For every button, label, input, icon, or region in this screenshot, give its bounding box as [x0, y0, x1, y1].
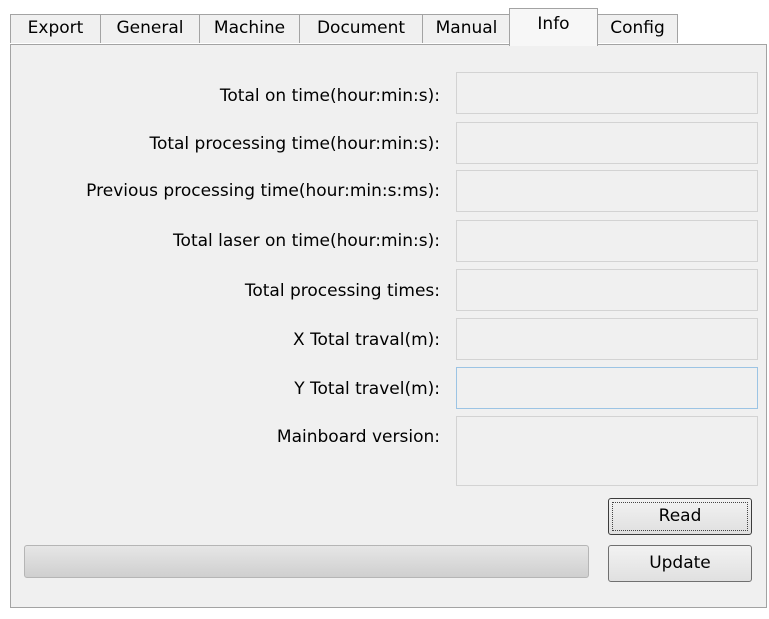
- tab-config[interactable]: Config: [597, 14, 678, 43]
- tab-info[interactable]: Info: [509, 8, 598, 46]
- total-laser-on-time-label: Total laser on time(hour:min:s):: [173, 231, 440, 251]
- total-processing-time-label: Total processing time(hour:min:s):: [149, 134, 440, 154]
- tab-general[interactable]: General: [100, 14, 200, 43]
- tab-label: Info: [537, 14, 570, 34]
- total-laser-on-time-field[interactable]: [456, 220, 758, 262]
- tab-label: Manual: [435, 18, 498, 38]
- total-processing-times-field[interactable]: [456, 269, 758, 311]
- progress-bar: [24, 545, 589, 578]
- tab-label: General: [116, 18, 184, 38]
- tab-export[interactable]: Export: [10, 14, 101, 43]
- previous-processing-time-label: Previous processing time(hour:min:s:ms):: [86, 181, 440, 201]
- tab-label: Machine: [213, 18, 286, 38]
- y-total-travel-label: Y Total travel(m):: [294, 379, 440, 399]
- tab-document[interactable]: Document: [299, 14, 423, 43]
- info-panel: Total on time(hour:min:s): Total process…: [10, 44, 767, 608]
- previous-processing-time-field[interactable]: [456, 170, 758, 212]
- x-total-travel-field[interactable]: [456, 318, 758, 360]
- tab-label: Config: [610, 18, 665, 38]
- y-total-travel-field[interactable]: [456, 367, 758, 409]
- update-button[interactable]: Update: [608, 545, 752, 582]
- tab-machine[interactable]: Machine: [199, 14, 300, 43]
- total-on-time-label: Total on time(hour:min:s):: [219, 86, 440, 106]
- total-processing-time-field[interactable]: [456, 122, 758, 164]
- total-processing-times-label: Total processing times:: [244, 281, 440, 301]
- x-total-travel-label: X Total traval(m):: [293, 330, 440, 350]
- total-on-time-field[interactable]: [456, 72, 758, 114]
- tab-label: Export: [27, 18, 84, 38]
- read-button[interactable]: Read: [608, 498, 752, 535]
- mainboard-version-field[interactable]: [456, 416, 758, 486]
- tab-manual[interactable]: Manual: [422, 14, 511, 43]
- tab-label: Document: [316, 18, 406, 38]
- mainboard-version-label: Mainboard version:: [276, 427, 440, 447]
